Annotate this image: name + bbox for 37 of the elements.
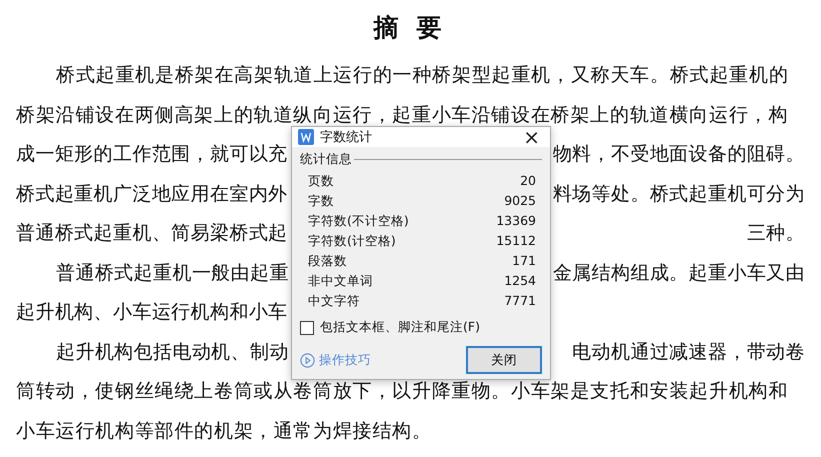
paragraph-text: 起升机构包括电动机、制动 bbox=[55, 340, 289, 364]
paragraph-text: 桥架沿铺设在两侧高架上的轨道纵向运行，起重小车沿铺设在桥架上的轨道横向运行，构 bbox=[16, 104, 788, 128]
stat-value: 9025 bbox=[504, 192, 536, 210]
paragraph-text: 桥式起重机广泛地应用在室内外 bbox=[16, 182, 288, 206]
stat-value: 7771 bbox=[504, 292, 536, 310]
stat-label: 中文字符 bbox=[308, 292, 360, 310]
stat-label: 字符数(不计空格) bbox=[308, 212, 409, 230]
stat-value: 171 bbox=[512, 252, 536, 270]
close-button[interactable]: × bbox=[519, 127, 544, 147]
paragraph-text: 筒转动，使钢丝绳绕上卷筒或从卷筒放下，以升降重物。小车架是支托和安装起升机构和 bbox=[16, 380, 788, 404]
stat-value: 20 bbox=[520, 172, 536, 190]
paragraph-text: 物料，不受地面设备的阻碍。 bbox=[552, 143, 805, 167]
paragraph-text: 起升机构、小车运行机构和小车 bbox=[16, 301, 288, 325]
paragraph-text: 料场等处。桥式起重机可分为 bbox=[552, 182, 805, 206]
stat-value: 15112 bbox=[496, 232, 536, 250]
play-icon bbox=[300, 352, 315, 368]
paragraph-text: 小车运行机构等部件的机架，通常为焊接结构。 bbox=[16, 420, 432, 444]
paragraph-text: 三种。 bbox=[746, 222, 805, 246]
stat-label: 字符数(计空格) bbox=[308, 232, 396, 250]
stat-label: 页数 bbox=[308, 172, 334, 190]
checkbox-label[interactable]: 包括文本框、脚注和尾注(F) bbox=[320, 319, 480, 336]
dialog-title: 字数统计 bbox=[320, 129, 373, 146]
paragraph-text: 电动机通过减速器，带动卷 bbox=[572, 340, 805, 364]
document-title: 摘 要 bbox=[372, 14, 449, 44]
checkbox[interactable] bbox=[300, 320, 314, 334]
paragraph-text: 普通桥式起重机一般由起重 bbox=[55, 262, 289, 286]
paragraph-text: 成一矩形的工作范围，就可以充 bbox=[16, 143, 288, 167]
stat-label: 字数 bbox=[308, 192, 334, 210]
stat-label: 非中文单词 bbox=[308, 272, 373, 290]
stat-label: 段落数 bbox=[308, 252, 347, 270]
stat-value: 13369 bbox=[496, 212, 536, 230]
group-label: 统计信息 bbox=[300, 151, 352, 168]
paragraph-text: 金属结构组成。起重小车又由 bbox=[552, 262, 805, 286]
paragraph-text: 普通桥式起重机、简易梁桥式起 bbox=[16, 222, 288, 246]
close-dialog-button[interactable]: 关闭 bbox=[466, 346, 542, 374]
paragraph-text: 桥式起重机是桥架在高架轨道上运行的一种桥架型起重机，又称天车。桥式起重机的 bbox=[55, 64, 789, 88]
stat-value: 1254 bbox=[504, 272, 536, 290]
